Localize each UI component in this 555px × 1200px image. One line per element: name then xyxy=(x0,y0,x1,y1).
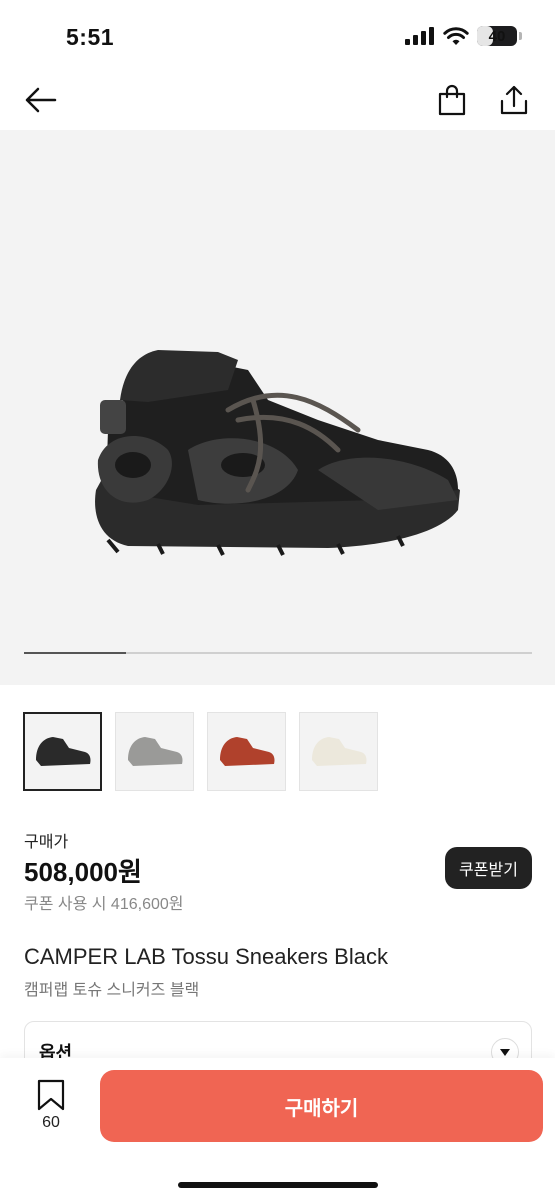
back-button[interactable] xyxy=(18,78,62,122)
top-nav xyxy=(0,70,555,130)
shoe-thumbnail-black xyxy=(35,736,90,766)
shopping-bag-button[interactable] xyxy=(430,78,474,122)
share-button[interactable] xyxy=(492,78,536,122)
arrow-left-icon xyxy=(25,87,57,113)
bookmark-icon xyxy=(37,1079,65,1111)
cellular-signal-icon xyxy=(405,27,434,45)
shoe-thumbnail-grey xyxy=(127,736,182,766)
color-thumbnails xyxy=(23,712,378,791)
buy-button[interactable]: 구매하기 xyxy=(100,1070,543,1142)
price-amount: 508,000원 xyxy=(24,857,142,887)
shoe-thumbnail-white xyxy=(311,736,366,766)
shopping-bag-icon xyxy=(438,84,466,116)
status-time: 5:51 xyxy=(66,24,115,50)
product-name: CAMPER LAB Tossu Sneakers Black xyxy=(24,944,388,969)
bookmark-button[interactable]: 60 xyxy=(27,1078,75,1134)
share-icon xyxy=(500,85,528,115)
home-indicator xyxy=(178,1182,378,1188)
carousel-progress-fill xyxy=(24,652,126,654)
wifi-icon xyxy=(443,27,469,45)
price-label: 구매가 xyxy=(24,834,69,851)
bottom-action-bar: 60 구매하기 xyxy=(0,1058,555,1200)
status-bar: 5:51 40 xyxy=(0,0,555,70)
battery-percent: 40 xyxy=(488,27,506,45)
battery-nub xyxy=(519,32,522,40)
battery-icon: 40 xyxy=(477,26,517,46)
get-coupon-button[interactable]: 쿠폰받기 xyxy=(445,847,532,889)
thumbnail-white[interactable] xyxy=(299,712,378,791)
shoe-thumbnail-red xyxy=(219,736,274,766)
carousel-progress-track xyxy=(24,652,532,654)
bookmark-count: 60 xyxy=(42,1114,60,1131)
thumbnail-grey[interactable] xyxy=(115,712,194,791)
product-name-korean: 캠퍼랩 토슈 스니커즈 블랙 xyxy=(24,982,200,999)
product-image-carousel[interactable] xyxy=(0,130,555,685)
thumbnail-black[interactable] xyxy=(23,712,102,791)
thumbnail-red[interactable] xyxy=(207,712,286,791)
coupon-price: 쿠폰 사용 시 416,600원 xyxy=(24,896,184,913)
product-shoe-image xyxy=(95,350,461,556)
